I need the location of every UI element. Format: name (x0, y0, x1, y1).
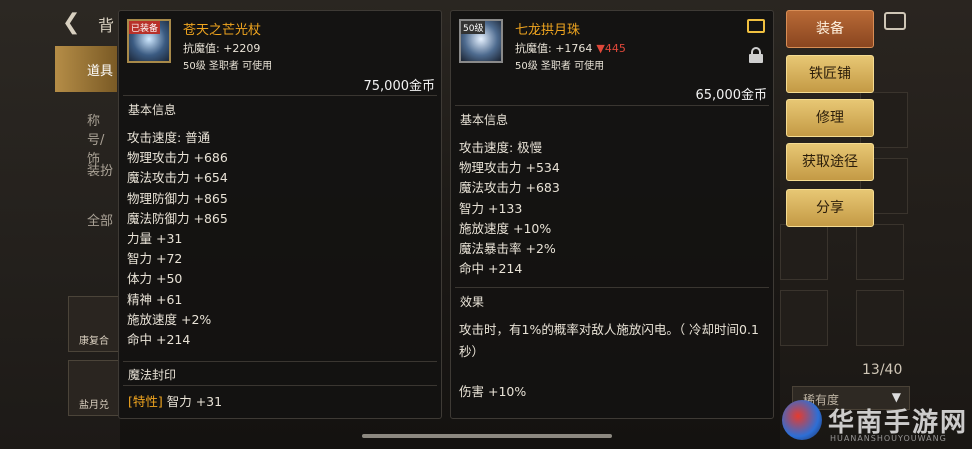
lock-icon[interactable] (749, 47, 763, 63)
stat-line: 命中 +214 (459, 261, 523, 277)
seal-tag: [特性] (128, 394, 163, 409)
share-icon[interactable] (747, 19, 765, 33)
magic-seal-title: 魔法封印 (128, 368, 177, 382)
item-name: 七龙拱月珠 (515, 23, 581, 38)
watermark-logo-icon (782, 400, 822, 440)
resist-diff: ▼445 (596, 42, 626, 55)
lock-body (749, 54, 763, 63)
divider (123, 361, 437, 362)
home-indicator[interactable] (362, 434, 612, 438)
watermark: 华南手游网 HUANANSHOUYOUWANG (782, 400, 972, 449)
get-source-button[interactable]: 获取途径 (786, 143, 874, 181)
divider (455, 105, 769, 106)
item-requirement: 50级 圣职者 可使用 (515, 61, 605, 72)
inventory-cell[interactable] (856, 224, 904, 280)
item-name: 苍天之芒光杖 (183, 23, 262, 38)
orb-icon: 50级 (459, 19, 503, 63)
stat-line: 物理攻击力 +686 (127, 150, 228, 166)
stat-line: 智力 +133 (459, 200, 523, 216)
basic-info-title: 基本信息 (460, 113, 509, 127)
selected-item-tooltip: 50级 七龙拱月珠 抗魔值: +1764 ▼445 50级 圣职者 可使用 65,… (450, 10, 774, 419)
stat-line: 魔法防御力 +865 (127, 210, 228, 226)
staff-icon: 已装备 (127, 19, 171, 63)
effect-text: 攻击时，有1%的概率对敌人施放闪电。（ 冷却时间0.1秒） (459, 322, 759, 359)
side-tab-items[interactable]: 道具 (55, 46, 117, 92)
divider (123, 385, 437, 386)
side-tab-titles[interactable]: 称号/饰 (55, 96, 117, 167)
item-requirement: 50级 圣职者 可使用 (183, 61, 273, 72)
equip-button[interactable]: 装备 (786, 10, 874, 48)
basic-info-title: 基本信息 (128, 103, 177, 117)
effect-title: 效果 (460, 295, 485, 309)
equipped-badge: 已装备 (129, 21, 161, 34)
item-price: 65,000金币 (695, 88, 768, 103)
item-resist-stat: 抗魔值: +2209 (183, 42, 261, 55)
stat-line: 攻击速度: 极慢 (459, 140, 543, 155)
stat-line: 攻击速度: 普通 (127, 130, 211, 145)
resist-value: 抗魔值: +1764 (515, 42, 593, 55)
side-tab-avatar[interactable]: 装扮 (55, 146, 117, 192)
inventory-cell[interactable] (780, 224, 828, 280)
bag-title: 背 (98, 16, 115, 35)
back-arrow-icon[interactable]: ❮ (62, 10, 92, 36)
stat-line: 命中 +214 (127, 332, 191, 348)
stat-line: 物理攻击力 +534 (459, 160, 560, 176)
side-tab-all[interactable]: 全部 (55, 196, 117, 242)
watermark-subtext: HUANANSHOUYOUWANG (830, 434, 947, 443)
item-resist-stat: 抗魔值: +1764 ▼445 (515, 40, 626, 56)
side-slot-label: 康复合 (79, 336, 109, 347)
stat-line: 体力 +50 (127, 271, 183, 287)
chat-icon[interactable] (884, 12, 906, 30)
damage-text: 伤害 +10% (459, 384, 527, 399)
stat-line: 魔法攻击力 +683 (459, 180, 560, 196)
inventory-cell[interactable] (780, 290, 828, 346)
item-price: 75,000金币 (363, 79, 436, 94)
stat-line: 魔法攻击力 +654 (127, 170, 228, 186)
inventory-cell[interactable] (856, 290, 904, 346)
share-button[interactable]: 分享 (786, 189, 874, 227)
side-slot-1[interactable]: 康复合 (68, 296, 120, 352)
divider (123, 95, 437, 96)
level-badge: 50级 (461, 21, 486, 34)
repair-button[interactable]: 修理 (786, 99, 874, 137)
stat-line: 精神 +61 (127, 291, 183, 307)
stat-line: 施放速度 +2% (127, 311, 212, 327)
stat-line: 力量 +31 (127, 231, 183, 247)
stat-line: 物理防御力 +865 (127, 190, 228, 206)
side-slot-2[interactable]: 盐月兑 (68, 360, 120, 416)
stat-line: 魔法暴击率 +2% (459, 241, 556, 257)
side-slot-label: 盐月兑 (79, 400, 109, 411)
blacksmith-button[interactable]: 铁匠铺 (786, 55, 874, 93)
stat-list: 攻击速度: 极慢 物理攻击力 +534 魔法攻击力 +683 智力 +133 施… (459, 138, 560, 279)
equipped-item-tooltip: 已装备 苍天之芒光杖 抗魔值: +2209 50级 圣职者 可使用 75,000… (118, 10, 442, 419)
divider (455, 287, 769, 288)
stat-line: 施放速度 +10% (459, 220, 552, 236)
seal-value: 智力 +31 (162, 394, 223, 409)
inventory-count: 13/40 (862, 362, 903, 378)
stat-list: 攻击速度: 普通 物理攻击力 +686 魔法攻击力 +654 物理防御力 +86… (127, 128, 228, 350)
magic-seal-line: [特性] 智力 +31 (128, 391, 222, 410)
stat-line: 智力 +72 (127, 251, 183, 267)
